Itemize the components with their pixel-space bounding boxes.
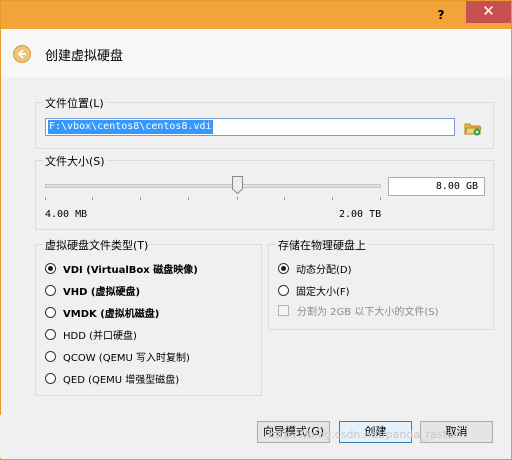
size-min-label: 4.00 MB	[45, 209, 88, 220]
disk-type-option-vhd[interactable]: VHD (虚拟硬盘)	[45, 282, 140, 298]
title-bar[interactable]: ? ✕	[1, 1, 511, 29]
radio-label: 固定大小(F)	[296, 286, 350, 298]
disk-type-option-hdd[interactable]: HDD (并口硬盘)	[45, 326, 137, 342]
size-label: 文件大小(S)	[43, 153, 107, 169]
slider-tick	[237, 197, 238, 200]
radio-label: HDD (并口硬盘)	[63, 330, 137, 342]
disk-type-label: 虚拟硬盘文件类型(T)	[43, 237, 151, 253]
create-button[interactable]: 创建	[339, 421, 412, 443]
split-files-label: 分割为 2GB 以下大小的文件(S)	[297, 307, 439, 318]
radio-button[interactable]	[45, 328, 56, 340]
radio-button[interactable]	[45, 372, 56, 384]
location-label: 文件位置(L)	[43, 95, 106, 111]
slider-tick	[380, 197, 381, 200]
radio-label: 动态分配(D)	[296, 264, 352, 276]
radio-button[interactable]	[45, 350, 56, 362]
radio-label: VDI (VirtualBox 磁盘映像)	[63, 264, 198, 276]
slider-tick	[92, 197, 93, 200]
wizard-header: 创建虚拟硬盘	[1, 29, 511, 77]
split-files-checkbox	[278, 305, 289, 316]
slider-tick	[332, 197, 333, 200]
radio-button[interactable]	[45, 306, 56, 318]
radio-label: VHD (虚拟硬盘)	[63, 286, 141, 298]
radio-label: VMDK (虚拟机磁盘)	[63, 308, 160, 320]
size-input[interactable]: 8.00 GB	[388, 177, 485, 196]
split-files-option: 分割为 2GB 以下大小的文件(S)	[278, 303, 438, 318]
location-input[interactable]: F:\vbox\centos8\centos8.vdi	[45, 118, 455, 136]
location-value: F:\vbox\centos8\centos8.vdi	[48, 120, 213, 134]
storage-option-fixed[interactable]: 固定大小(F)	[278, 282, 350, 298]
disk-type-option-qed[interactable]: QED (QEMU 增强型磁盘)	[45, 370, 179, 386]
disk-type-option-vmdk[interactable]: VMDK (虚拟机磁盘)	[45, 304, 159, 320]
storage-label: 存储在物理硬盘上	[276, 237, 368, 253]
page-title: 创建虚拟硬盘	[45, 49, 124, 64]
close-button[interactable]: ✕	[466, 1, 511, 23]
cancel-button[interactable]: 取消	[420, 421, 493, 443]
size-slider-thumb[interactable]	[232, 176, 243, 195]
slider-tick	[188, 197, 189, 200]
radio-button[interactable]	[278, 284, 289, 296]
radio-label: QCOW (QEMU 写入时复制)	[63, 352, 190, 364]
size-slider-track[interactable]	[45, 184, 381, 188]
disk-type-option-vdi[interactable]: VDI (VirtualBox 磁盘映像)	[45, 260, 198, 276]
radio-label: QED (QEMU 增强型磁盘)	[63, 374, 180, 386]
folder-icon[interactable]	[463, 118, 483, 138]
size-max-label: 2.00 TB	[339, 209, 382, 220]
radio-button[interactable]	[278, 262, 289, 274]
back-arrow-icon[interactable]	[13, 45, 31, 63]
radio-button[interactable]	[45, 262, 56, 274]
slider-tick	[45, 197, 46, 200]
radio-button[interactable]	[45, 284, 56, 296]
storage-option-dynamic[interactable]: 动态分配(D)	[278, 260, 352, 276]
guided-mode-button[interactable]: 向导模式(G)	[257, 421, 330, 443]
slider-tick	[284, 197, 285, 200]
slider-tick	[140, 197, 141, 200]
disk-type-option-qcow[interactable]: QCOW (QEMU 写入时复制)	[45, 348, 190, 364]
help-button[interactable]: ?	[429, 5, 453, 25]
